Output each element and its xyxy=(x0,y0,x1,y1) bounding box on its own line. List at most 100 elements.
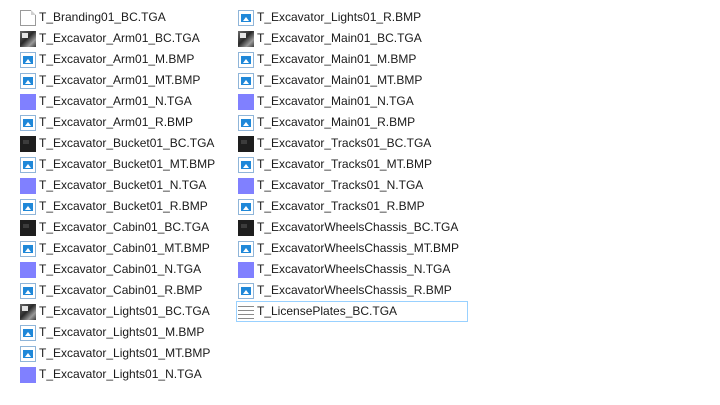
bitmap-icon xyxy=(20,72,36,89)
file-item[interactable]: T_Excavator_Arm01_N.TGA xyxy=(18,91,230,112)
file-column-1: T_Branding01_BC.TGA T_Excavator_Arm01_BC.… xyxy=(18,7,230,385)
file-item[interactable]: T_ExcavatorWheelsChassis_MT.BMP xyxy=(236,238,468,259)
file-item[interactable]: T_Excavator_Cabin01_N.TGA xyxy=(18,259,230,280)
file-item[interactable]: T_Branding01_BC.TGA xyxy=(18,7,230,28)
text-lines-thumbnail-icon xyxy=(238,303,254,320)
file-item[interactable]: T_Excavator_Lights01_BC.TGA xyxy=(18,301,230,322)
normal-map-thumbnail-icon xyxy=(20,93,36,110)
bitmap-icon xyxy=(20,198,36,215)
file-item[interactable]: T_Excavator_Arm01_MT.BMP xyxy=(18,70,230,91)
file-name: T_Excavator_Tracks01_MT.BMP xyxy=(257,157,432,171)
file-item[interactable]: T_Excavator_Arm01_M.BMP xyxy=(18,49,230,70)
normal-map-thumbnail-icon xyxy=(238,261,254,278)
texture-thumbnail-icon xyxy=(20,30,36,47)
bitmap-icon xyxy=(20,282,36,299)
file-item[interactable]: T_Excavator_Arm01_R.BMP xyxy=(18,112,230,133)
file-item[interactable]: T_Excavator_Lights01_R.BMP xyxy=(236,7,468,28)
file-name: T_Excavator_Cabin01_BC.TGA xyxy=(39,220,210,234)
normal-map-thumbnail-icon xyxy=(238,93,254,110)
normal-map-thumbnail-icon xyxy=(20,177,36,194)
file-item[interactable]: T_LicensePlates_BC.TGA xyxy=(236,301,468,322)
file-item[interactable]: T_ExcavatorWheelsChassis_N.TGA xyxy=(236,259,468,280)
texture-thumbnail-icon xyxy=(20,303,36,320)
file-name: T_Excavator_Bucket01_BC.TGA xyxy=(39,136,215,150)
file-item[interactable]: T_Excavator_Main01_M.BMP xyxy=(236,49,468,70)
file-name: T_LicensePlates_BC.TGA xyxy=(257,304,398,318)
bitmap-icon xyxy=(20,156,36,173)
file-name: T_Branding01_BC.TGA xyxy=(39,10,166,24)
file-item[interactable]: T_ExcavatorWheelsChassis_BC.TGA xyxy=(236,217,468,238)
file-name: T_Excavator_Arm01_BC.TGA xyxy=(39,31,200,45)
file-name: T_Excavator_Main01_MT.BMP xyxy=(257,73,423,87)
file-item[interactable]: T_Excavator_Tracks01_R.BMP xyxy=(236,196,468,217)
file-name: T_Excavator_Bucket01_N.TGA xyxy=(39,178,207,192)
bitmap-icon xyxy=(238,156,254,173)
file-item[interactable]: T_Excavator_Bucket01_R.BMP xyxy=(18,196,230,217)
file-name: T_Excavator_Main01_N.TGA xyxy=(257,94,414,108)
document-icon xyxy=(20,9,36,26)
file-item[interactable]: T_ExcavatorWheelsChassis_R.BMP xyxy=(236,280,468,301)
bitmap-icon xyxy=(238,282,254,299)
file-item[interactable]: T_Excavator_Tracks01_MT.BMP xyxy=(236,154,468,175)
file-name: T_Excavator_Cabin01_R.BMP xyxy=(39,283,203,297)
file-name: T_Excavator_Bucket01_R.BMP xyxy=(39,199,208,213)
file-item[interactable]: T_Excavator_Cabin01_R.BMP xyxy=(18,280,230,301)
file-name: T_Excavator_Cabin01_MT.BMP xyxy=(39,241,210,255)
file-name: T_Excavator_Main01_M.BMP xyxy=(257,52,417,66)
file-name: T_Excavator_Arm01_M.BMP xyxy=(39,52,195,66)
file-name: T_Excavator_Lights01_R.BMP xyxy=(257,10,422,24)
normal-map-thumbnail-icon xyxy=(20,366,36,383)
bitmap-icon xyxy=(20,345,36,362)
bitmap-icon xyxy=(238,240,254,257)
file-name: T_Excavator_Lights01_N.TGA xyxy=(39,367,202,381)
file-name: T_Excavator_Lights01_BC.TGA xyxy=(39,304,210,318)
file-item[interactable]: T_Excavator_Tracks01_BC.TGA xyxy=(236,133,468,154)
file-name: T_Excavator_Lights01_MT.BMP xyxy=(39,346,211,360)
file-name: T_Excavator_Main01_BC.TGA xyxy=(257,31,422,45)
file-name: T_Excavator_Tracks01_N.TGA xyxy=(257,178,424,192)
file-name: T_Excavator_Tracks01_BC.TGA xyxy=(257,136,432,150)
file-list: T_Branding01_BC.TGA T_Excavator_Arm01_BC.… xyxy=(0,0,720,405)
dark-texture-thumbnail-icon xyxy=(238,135,254,152)
normal-map-thumbnail-icon xyxy=(238,177,254,194)
file-name: T_ExcavatorWheelsChassis_R.BMP xyxy=(257,283,452,297)
file-name: T_Excavator_Arm01_R.BMP xyxy=(39,115,194,129)
file-item[interactable]: T_Excavator_Main01_BC.TGA xyxy=(236,28,468,49)
file-name: T_Excavator_Cabin01_N.TGA xyxy=(39,262,202,276)
dark-texture-thumbnail-icon xyxy=(20,135,36,152)
file-item[interactable]: T_Excavator_Bucket01_N.TGA xyxy=(18,175,230,196)
dark-texture-thumbnail-icon xyxy=(20,219,36,236)
file-item[interactable]: T_Excavator_Cabin01_MT.BMP xyxy=(18,238,230,259)
bitmap-icon xyxy=(20,324,36,341)
bitmap-icon xyxy=(20,240,36,257)
file-column-2: T_Excavator_Lights01_R.BMP T_Excavator_Ma… xyxy=(236,7,468,322)
file-name: T_Excavator_Arm01_N.TGA xyxy=(39,94,192,108)
dark-texture-thumbnail-icon xyxy=(238,219,254,236)
file-name: T_Excavator_Arm01_MT.BMP xyxy=(39,73,201,87)
file-name: T_Excavator_Lights01_M.BMP xyxy=(39,325,205,339)
file-name: T_ExcavatorWheelsChassis_BC.TGA xyxy=(257,220,459,234)
file-item[interactable]: T_Excavator_Bucket01_BC.TGA xyxy=(18,133,230,154)
file-name: T_Excavator_Main01_R.BMP xyxy=(257,115,416,129)
file-name: T_Excavator_Tracks01_R.BMP xyxy=(257,199,425,213)
file-item[interactable]: T_Excavator_Main01_N.TGA xyxy=(236,91,468,112)
bitmap-icon xyxy=(20,51,36,68)
file-item[interactable]: T_Excavator_Main01_R.BMP xyxy=(236,112,468,133)
file-name: T_ExcavatorWheelsChassis_N.TGA xyxy=(257,262,451,276)
file-item[interactable]: T_Excavator_Lights01_N.TGA xyxy=(18,364,230,385)
file-name: T_Excavator_Bucket01_MT.BMP xyxy=(39,157,216,171)
bitmap-icon xyxy=(20,114,36,131)
file-name: T_ExcavatorWheelsChassis_MT.BMP xyxy=(257,241,460,255)
file-item[interactable]: T_Excavator_Arm01_BC.TGA xyxy=(18,28,230,49)
file-item[interactable]: T_Excavator_Tracks01_N.TGA xyxy=(236,175,468,196)
file-item[interactable]: T_Excavator_Main01_MT.BMP xyxy=(236,70,468,91)
bitmap-icon xyxy=(238,51,254,68)
file-item[interactable]: T_Excavator_Cabin01_BC.TGA xyxy=(18,217,230,238)
file-item[interactable]: T_Excavator_Lights01_MT.BMP xyxy=(18,343,230,364)
normal-map-thumbnail-icon xyxy=(20,261,36,278)
file-item[interactable]: T_Excavator_Bucket01_MT.BMP xyxy=(18,154,230,175)
bitmap-icon xyxy=(238,198,254,215)
texture-thumbnail-icon xyxy=(238,30,254,47)
file-item[interactable]: T_Excavator_Lights01_M.BMP xyxy=(18,322,230,343)
bitmap-icon xyxy=(238,114,254,131)
